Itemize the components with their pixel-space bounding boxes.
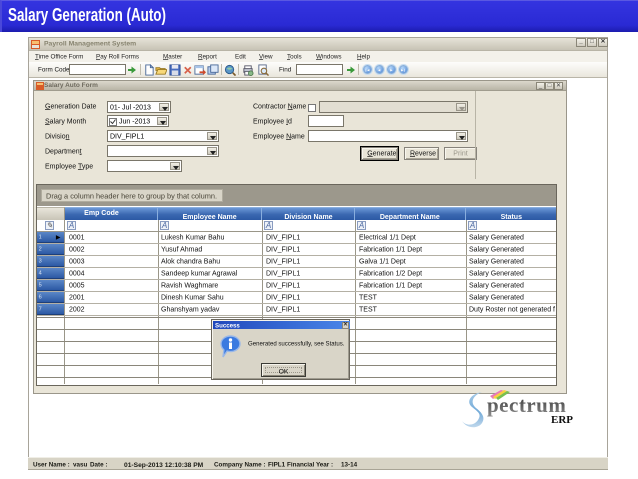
- svg-text:ERP: ERP: [551, 414, 573, 426]
